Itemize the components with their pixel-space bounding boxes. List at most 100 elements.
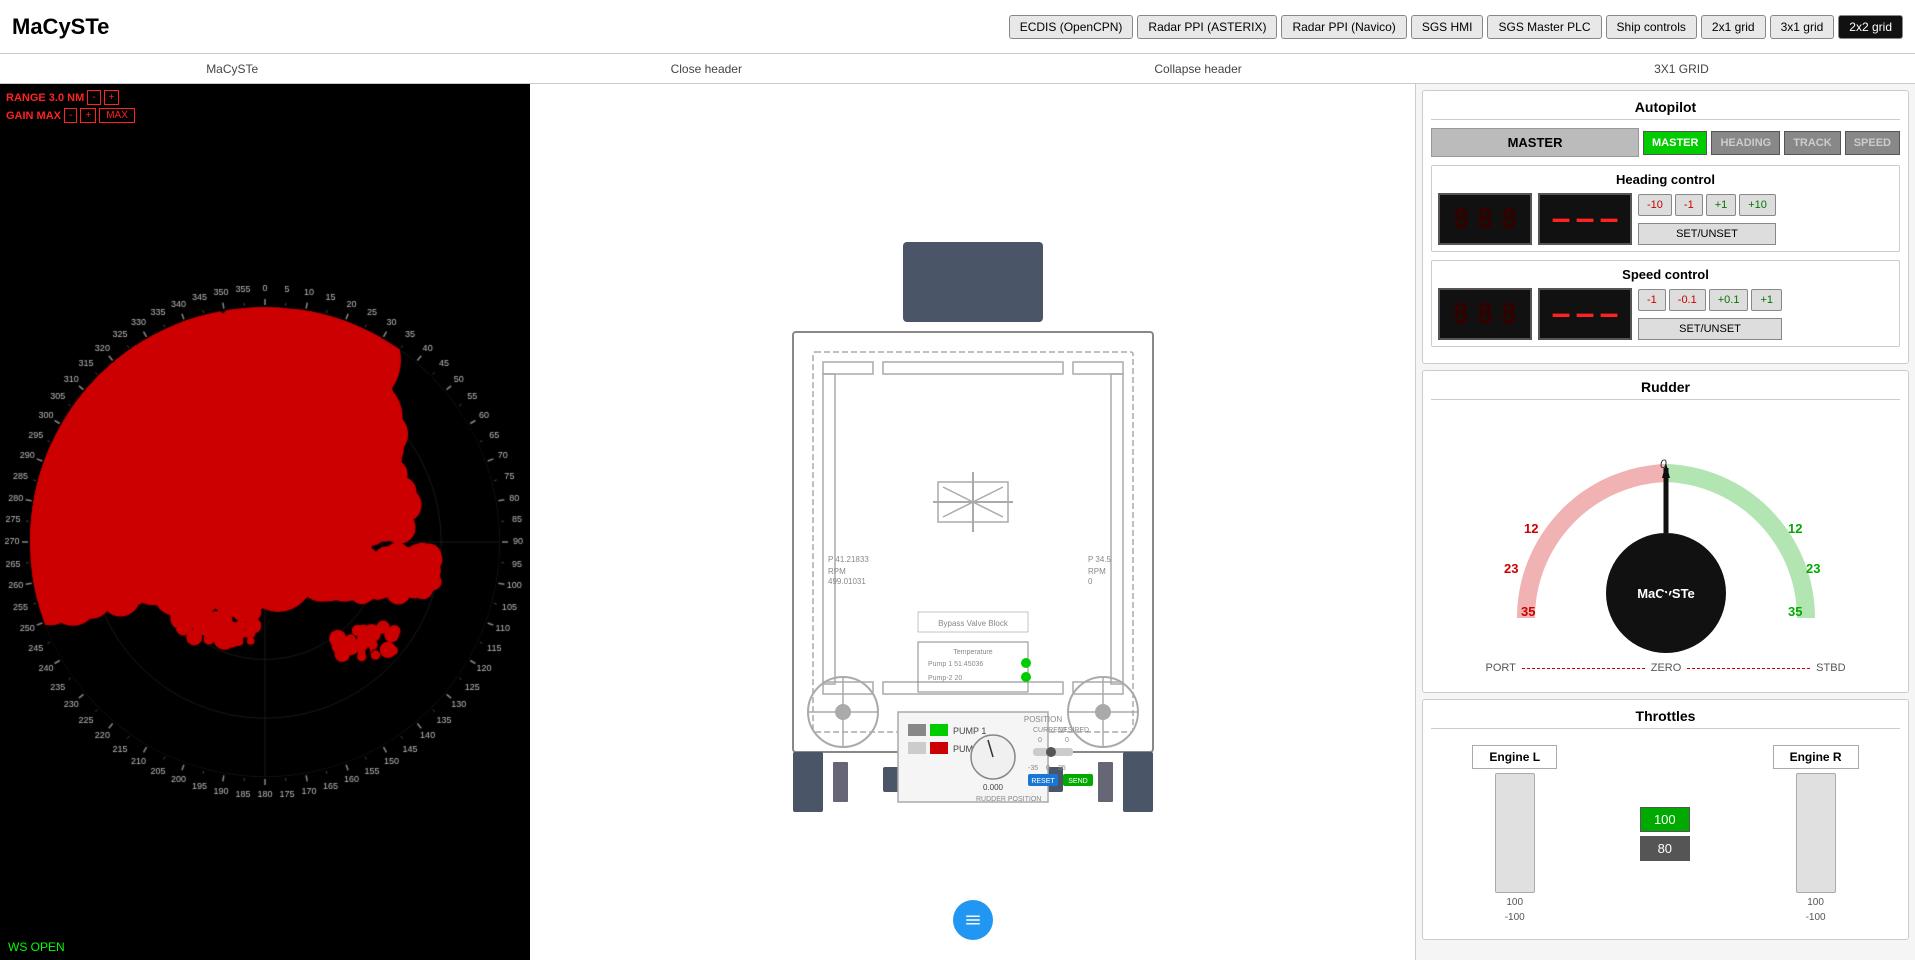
nav-btn-radar-ppi--asterix-[interactable]: Radar PPI (ASTERIX) — [1137, 15, 1277, 39]
engine-r-button[interactable]: Engine R — [1773, 745, 1859, 769]
speed-minus-1[interactable]: -1 — [1638, 289, 1666, 311]
nav-btn-2x1-grid[interactable]: 2x1 grid — [1701, 15, 1766, 39]
speed-desired-2: — — [1574, 296, 1596, 332]
range-plus-btn[interactable]: + — [104, 90, 120, 105]
nav-btn-radar-ppi--navico-[interactable]: Radar PPI (Navico) — [1281, 15, 1406, 39]
heading-set-btn[interactable]: SET/UNSET — [1638, 223, 1776, 245]
svg-text:499.01031: 499.01031 — [828, 577, 866, 586]
svg-text:P 34.5: P 34.5 — [1088, 555, 1112, 564]
speed-digit-1: 8 — [1450, 296, 1472, 332]
svg-text:DESIRED: DESIRED — [1058, 727, 1089, 734]
rudder-title: Rudder — [1431, 379, 1900, 400]
speed-current-display: 8 8 8 — [1438, 288, 1532, 340]
heading-digit-1: 8 — [1450, 201, 1472, 237]
nav-buttons: ECDIS (OpenCPN)Radar PPI (ASTERIX)Radar … — [1009, 15, 1903, 39]
ws-status: WS OPEN — [8, 940, 65, 954]
heading-current-display: 8 8 8 — [1438, 193, 1532, 245]
engine-l-sub-bot: -100 — [1505, 912, 1525, 923]
engine-r-sub-top: 100 — [1807, 897, 1824, 908]
heading-minus-10[interactable]: -10 — [1638, 194, 1672, 216]
svg-text:0: 0 — [1038, 737, 1042, 744]
speed-plus-01[interactable]: +0.1 — [1709, 289, 1749, 311]
ap-mode-speed[interactable]: SPEED — [1845, 131, 1900, 155]
ap-mode-heading[interactable]: HEADING — [1711, 131, 1780, 155]
zero-dashed-line — [1522, 668, 1645, 669]
sub-header-macyste[interactable]: MaCySTe — [198, 60, 266, 78]
nav-btn-sgs-hmi[interactable]: SGS HMI — [1411, 15, 1484, 39]
nav-btn-ecdis--opencpn-[interactable]: ECDIS (OpenCPN) — [1009, 15, 1134, 39]
svg-text:0: 0 — [1046, 765, 1050, 772]
center-throttle-value: 100 — [1640, 807, 1690, 832]
svg-text:-35: -35 — [1028, 765, 1038, 772]
stbd-label: STBD — [1816, 662, 1845, 674]
autopilot-title: Autopilot — [1431, 99, 1900, 120]
speed-plus-1[interactable]: +1 — [1751, 289, 1782, 311]
heading-control-title: Heading control — [1438, 172, 1893, 187]
svg-text:POSITION: POSITION — [1023, 715, 1061, 724]
engine-l-slider[interactable] — [1495, 773, 1535, 893]
range-row: RANGE 3.0 NM - + — [6, 90, 135, 105]
range-label: RANGE 3.0 NM — [6, 92, 84, 104]
center-throttle-sub: 80 — [1640, 836, 1690, 861]
rudder-arc-svg: 12 23 35 12 23 35 0 MaCySTe — [1466, 418, 1866, 658]
nav-btn-sgs-master-plc[interactable]: SGS Master PLC — [1487, 15, 1601, 39]
gain-plus-btn[interactable]: + — [80, 108, 96, 123]
ship-svg: Bypass Valve Block Temperature Pump 1 51… — [733, 222, 1213, 862]
throttles-title: Throttles — [1431, 708, 1900, 729]
main-layout: RANGE 3.0 NM - + GAIN MAX - + MAX WS OPE… — [0, 84, 1915, 960]
heading-desired-2: — — [1574, 201, 1596, 237]
float-menu-button[interactable] — [953, 900, 993, 940]
app-header: MaCySTe ECDIS (OpenCPN)Radar PPI (ASTERI… — [0, 0, 1915, 54]
svg-text:SEND: SEND — [1068, 778, 1087, 785]
heading-digit-3: 8 — [1498, 201, 1520, 237]
speed-control-title: Speed control — [1438, 267, 1893, 282]
port-label: PORT — [1486, 662, 1516, 674]
svg-text:12: 12 — [1788, 521, 1802, 536]
speed-digit-2: 8 — [1474, 296, 1496, 332]
speed-digit-3: 8 — [1498, 296, 1520, 332]
speed-ctrl-row: 8 8 8 — — — -1 -0.1 +0.1 +1 — [1438, 288, 1893, 340]
speed-desired-1: — — [1550, 296, 1572, 332]
sub-header-close[interactable]: Close header — [663, 60, 750, 78]
nav-btn-2x2-grid[interactable]: 2x2 grid — [1838, 15, 1903, 39]
svg-text:Bypass Valve Block: Bypass Valve Block — [938, 619, 1009, 628]
engine-r-col: Engine R 100 -100 — [1773, 745, 1859, 923]
rudder-section: Rudder 12 23 35 12 23 35 — [1422, 370, 1909, 693]
speed-desired-3: — — [1598, 296, 1620, 332]
gain-max-btn[interactable]: MAX — [99, 108, 135, 123]
radar-panel: RANGE 3.0 NM - + GAIN MAX - + MAX WS OPE… — [0, 84, 530, 960]
svg-text:Temperature: Temperature — [953, 649, 992, 656]
ap-mode-track[interactable]: TRACK — [1784, 131, 1841, 155]
zero-text: ZERO — [1651, 662, 1682, 674]
center-throttle-col: 100 80 — [1640, 807, 1690, 861]
speed-set-btn[interactable]: SET/UNSET — [1638, 318, 1782, 340]
svg-text:23: 23 — [1806, 561, 1820, 576]
svg-text:Pump-2 20: Pump-2 20 — [928, 675, 962, 682]
middle-panel: Bypass Valve Block Temperature Pump 1 51… — [530, 84, 1415, 960]
heading-minus-1[interactable]: -1 — [1675, 194, 1703, 216]
engine-r-slider[interactable] — [1796, 773, 1836, 893]
ap-mode-master[interactable]: MASTER — [1643, 131, 1707, 155]
heading-plus-1[interactable]: +1 — [1706, 194, 1737, 216]
nav-btn-3x1-grid[interactable]: 3x1 grid — [1770, 15, 1835, 39]
heading-btn-row: -10 -1 +1 +10 — [1638, 194, 1776, 216]
sub-header-collapse[interactable]: Collapse header — [1146, 60, 1249, 78]
gain-minus-btn[interactable]: - — [64, 108, 77, 123]
svg-text:RPM: RPM — [1088, 567, 1106, 576]
heading-desired-1: — — [1550, 201, 1572, 237]
range-minus-btn[interactable]: - — [87, 90, 100, 105]
nav-btn-ship-controls[interactable]: Ship controls — [1606, 15, 1697, 39]
heading-plus-10[interactable]: +10 — [1739, 194, 1776, 216]
ship-diagram: Bypass Valve Block Temperature Pump 1 51… — [733, 222, 1213, 822]
svg-text:0.000: 0.000 — [982, 783, 1003, 792]
speed-btn-row: -1 -0.1 +0.1 +1 — [1638, 289, 1782, 311]
engine-l-col: Engine L 100 -100 — [1472, 745, 1557, 923]
sub-header-grid[interactable]: 3X1 GRID — [1646, 60, 1717, 78]
zero-line-area: PORT ZERO STBD — [1486, 662, 1846, 674]
rudder-gauge-area: 12 23 35 12 23 35 0 MaCySTe — [1431, 408, 1900, 684]
svg-text:RESET: RESET — [1031, 778, 1055, 785]
heading-desired-3: — — [1598, 201, 1620, 237]
svg-text:P 41.21833: P 41.21833 — [828, 555, 869, 564]
speed-minus-01[interactable]: -0.1 — [1669, 289, 1706, 311]
engine-l-button[interactable]: Engine L — [1472, 745, 1557, 769]
